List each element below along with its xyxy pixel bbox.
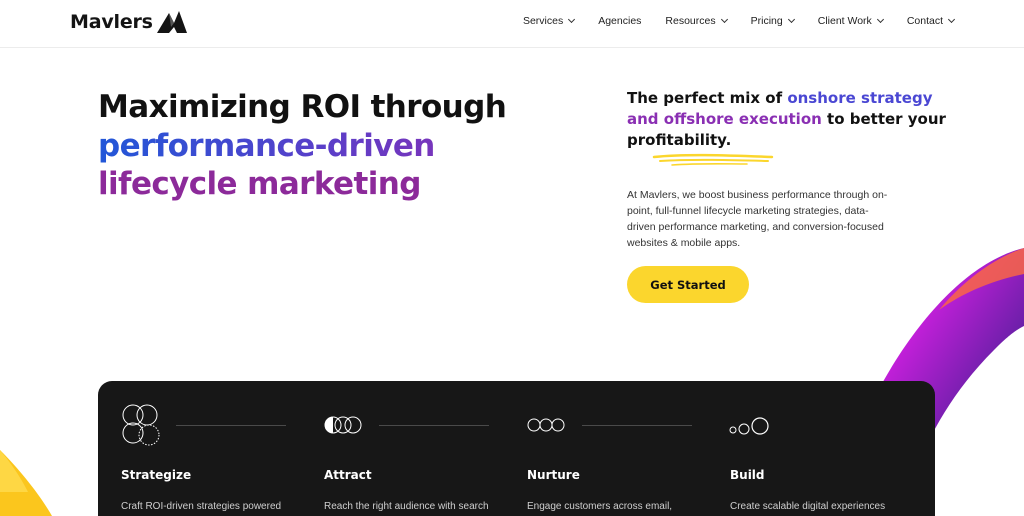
chevron-down-icon <box>568 15 576 24</box>
mavlers-logo-icon <box>156 11 187 33</box>
decorative-ribbon-left <box>0 450 52 516</box>
nav-label: Client Work <box>817 15 872 27</box>
tagline-highlight-offshore: and offshore execution <box>627 110 822 128</box>
hero-title-line1: Maximizing ROI through <box>98 89 507 125</box>
main-nav: Services Agencies Resources Pricing Clie… <box>499 15 956 27</box>
hero-title: Maximizing ROI through performance-drive… <box>98 88 507 204</box>
four-circles-icon <box>122 404 160 446</box>
lifecycle-panel: Strategize Craft ROI-driven strategies p… <box>98 381 935 516</box>
chevron-down-icon <box>947 15 956 24</box>
nav-label: Pricing <box>750 15 783 27</box>
card-divider <box>582 425 692 426</box>
chevron-down-icon <box>787 15 795 24</box>
stage-card-build: Build Create scalable digital experience… <box>707 381 907 516</box>
site-header: Mavlers Services Agencies Resources Pric… <box>0 0 1024 48</box>
nav-item-resources[interactable]: Resources <box>665 15 728 27</box>
stage-card-attract: Attract Reach the right audience with se… <box>301 381 501 516</box>
three-circles-icon <box>527 418 565 432</box>
overlapping-circles-icon <box>324 416 362 434</box>
stage-text: Engage customers across email, <box>527 501 673 512</box>
stage-card-strategize: Strategize Craft ROI-driven strategies p… <box>98 381 298 516</box>
stage-title: Strategize <box>121 468 192 482</box>
nav-label: Resources <box>665 15 716 27</box>
nav-label: Services <box>522 15 564 27</box>
tagline-highlight-onshore: onshore strategy <box>787 89 933 107</box>
nav-item-agencies[interactable]: Agencies <box>598 15 641 27</box>
nav-label: Contact <box>906 15 943 27</box>
brand-logo[interactable]: Mavlers <box>70 9 189 35</box>
stage-card-nurture: Nurture Engage customers across email, <box>504 381 704 516</box>
brand-name: Mavlers <box>70 11 153 33</box>
card-divider <box>176 425 286 426</box>
stage-text: Reach the right audience with search <box>324 501 489 512</box>
hero-title-line3: lifecycle marketing <box>98 166 421 202</box>
nav-item-client-work[interactable]: Client Work <box>817 15 884 27</box>
chevron-down-icon <box>876 15 884 24</box>
card-divider <box>379 425 489 426</box>
get-started-button[interactable]: Get Started <box>627 266 749 303</box>
growing-circles-icon <box>729 417 769 435</box>
stage-text: Craft ROI-driven strategies powered <box>121 501 282 512</box>
underline-squiggle-icon <box>652 153 774 166</box>
stage-title: Nurture <box>527 468 580 482</box>
hero-title-line2: performance-driven <box>98 127 506 166</box>
stage-text: Create scalable digital experiences <box>730 501 886 512</box>
stage-title: Build <box>730 468 765 482</box>
hero-tagline: The perfect mix of onshore strategy and … <box>627 88 947 151</box>
stage-title: Attract <box>324 468 372 482</box>
nav-item-contact[interactable]: Contact <box>906 15 956 27</box>
nav-item-pricing[interactable]: Pricing <box>750 15 795 27</box>
chevron-down-icon <box>720 15 728 24</box>
nav-item-services[interactable]: Services <box>522 15 576 27</box>
nav-label: Agencies <box>598 15 642 27</box>
tagline-pre: The perfect mix of <box>627 89 788 107</box>
